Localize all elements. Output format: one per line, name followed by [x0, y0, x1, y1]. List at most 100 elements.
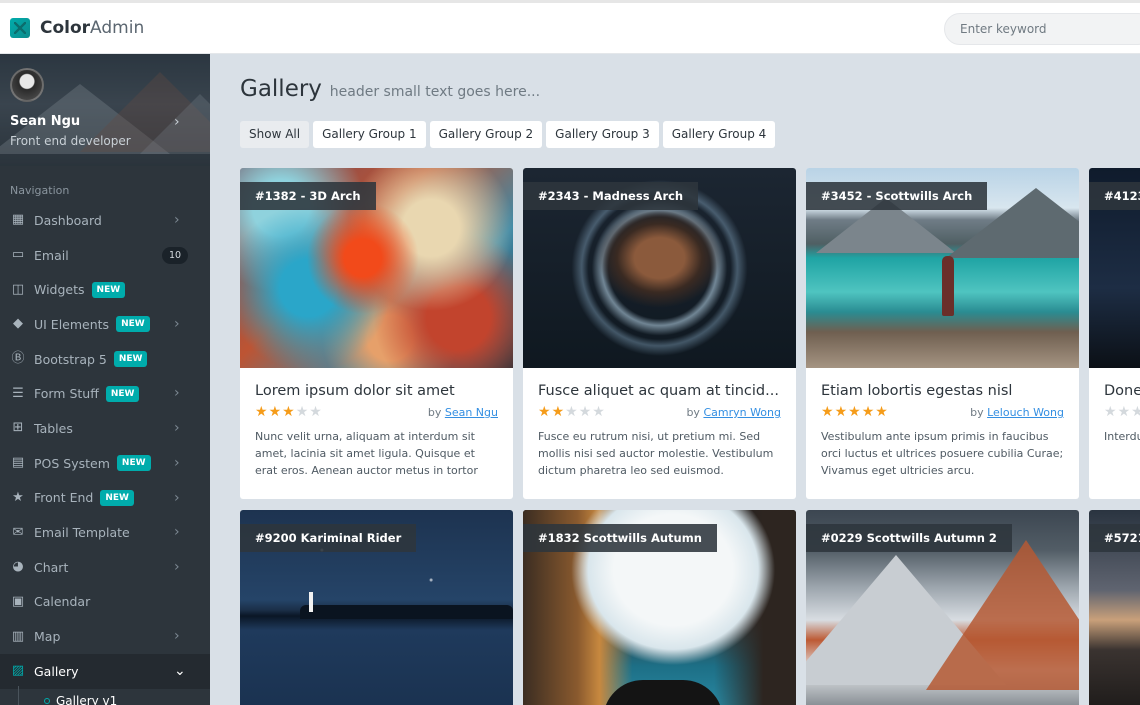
- chevron-right-icon: ›: [174, 316, 180, 333]
- gallery-image[interactable]: #0229 Scottwills Autumn 2: [806, 510, 1079, 705]
- gallery-card[interactable]: #4123 Done ★★★★★ Interdu ipsum luctus: [1089, 168, 1140, 499]
- page-title: Gallery: [240, 76, 322, 102]
- chevron-right-icon: ›: [174, 420, 180, 437]
- filter-group-1-button[interactable]: Gallery Group 1: [313, 121, 426, 148]
- star-icon: ★: [309, 404, 322, 420]
- author-link[interactable]: Sean Ngu: [445, 406, 498, 419]
- image-caption: #0229 Scottwills Autumn 2: [806, 524, 1012, 552]
- star-icon: ★: [255, 404, 268, 420]
- sidebar-item-email-template[interactable]: ✉ Email Template ›: [0, 515, 210, 550]
- chevron-right-icon: ›: [174, 628, 180, 645]
- card-description: Interdu ipsum luctus: [1104, 430, 1140, 443]
- sidebar-item-map[interactable]: ▥ Map ›: [0, 619, 210, 654]
- cash-register-icon: ▤: [11, 455, 25, 471]
- sidebar-item-label: Form Stuff: [34, 386, 99, 402]
- byline: by Sean Ngu: [427, 406, 498, 419]
- sidebar-subitem-gallery-v1[interactable]: Gallery v1: [44, 694, 117, 705]
- author-link[interactable]: Lelouch Wong: [987, 406, 1064, 419]
- gallery-card[interactable]: #5721: [1089, 510, 1140, 705]
- sidebar-item-label: Tables: [34, 420, 73, 436]
- sidebar-item-ui-elements[interactable]: ◆ UI Elements NEW ›: [0, 307, 210, 342]
- rating-stars: ★★★★★: [1104, 405, 1140, 419]
- chevron-right-icon: ›: [174, 489, 180, 506]
- star-icon: ★: [551, 404, 565, 420]
- gallery-card[interactable]: #9200 Kariminal Rider: [240, 510, 513, 705]
- sidebar-profile[interactable]: Sean Ngu Front end developer ›: [0, 54, 210, 166]
- sidebar-item-label: Gallery: [34, 663, 79, 679]
- gallery-image[interactable]: #9200 Kariminal Rider: [240, 510, 513, 705]
- gallery-card[interactable]: #2343 - Madness Arch Fusce aliquet ac qu…: [523, 168, 796, 499]
- search-input[interactable]: [944, 13, 1140, 45]
- gallery-image[interactable]: #1832 Scottwills Autumn: [523, 510, 796, 705]
- sidebar-item-bootstrap[interactable]: Ⓑ Bootstrap 5 NEW: [0, 342, 210, 377]
- sidebar-item-label: Map: [34, 629, 61, 645]
- card-title: Fusce aliquet ac quam at tincid...: [538, 383, 779, 399]
- chevron-right-icon: ›: [174, 385, 180, 402]
- gallery-image[interactable]: #3452 - Scottwills Arch: [806, 168, 1079, 368]
- byline: by Camryn Wong: [686, 406, 781, 419]
- page-header: Gallery header small text goes here...: [240, 76, 540, 102]
- sidebar-item-dashboard[interactable]: ▦ Dashboard ›: [0, 203, 210, 238]
- main-content: Gallery header small text goes here... S…: [210, 54, 1140, 705]
- sidebar-item-tables[interactable]: ⊞ Tables ›: [0, 411, 210, 446]
- new-badge: NEW: [116, 316, 150, 333]
- author-link[interactable]: Camryn Wong: [703, 406, 781, 419]
- avatar[interactable]: [10, 68, 44, 102]
- chevron-down-icon: ⌄: [174, 662, 186, 679]
- chevron-right-icon: ›: [174, 524, 180, 541]
- image-caption: #1382 - 3D Arch: [240, 182, 376, 210]
- star-icon: ★: [821, 404, 834, 420]
- list-icon: ☰: [12, 385, 24, 401]
- card-description: Nunc velit urna, aliquam at interdum sit…: [255, 430, 478, 477]
- brand[interactable]: ColorAdmin: [10, 17, 144, 39]
- new-badge: NEW: [100, 489, 134, 506]
- image-caption: #9200 Kariminal Rider: [240, 524, 417, 552]
- filter-group-4-button[interactable]: Gallery Group 4: [662, 121, 776, 148]
- brand-text: ColorAdmin: [40, 18, 145, 38]
- sidebar-subitem-label: Gallery v1: [56, 694, 118, 705]
- filter-show-all-button[interactable]: Show All: [240, 121, 310, 148]
- sidebar-item-label: Dashboard: [34, 212, 102, 228]
- new-badge: NEW: [105, 385, 140, 402]
- new-badge: NEW: [116, 455, 151, 472]
- sidebar: Sean Ngu Front end developer › Navigatio…: [0, 54, 210, 705]
- gallery-image[interactable]: #4123: [1089, 168, 1140, 368]
- gallery-filters: Show All Gallery Group 1 Gallery Group 2…: [240, 121, 776, 148]
- chevron-right-icon: ›: [174, 454, 180, 471]
- brand-logo-icon: [10, 18, 30, 38]
- filter-group-2-button[interactable]: Gallery Group 2: [429, 121, 543, 148]
- filter-group-3-button[interactable]: Gallery Group 3: [546, 121, 659, 148]
- nav-header: Navigation: [10, 184, 70, 197]
- card-title: Etiam lobortis egestas nisl: [821, 383, 1013, 399]
- sidebar-item-label: Email Template: [34, 525, 130, 541]
- sidebar-item-gallery[interactable]: ▨ Gallery ⌄: [0, 653, 210, 689]
- sidebar-item-widgets[interactable]: ◫ Widgets NEW: [0, 272, 210, 307]
- gallery-card[interactable]: #1382 - 3D Arch Lorem ipsum dolor sit am…: [240, 168, 513, 499]
- gallery-card[interactable]: #1832 Scottwills Autumn: [523, 510, 796, 705]
- sidebar-item-calendar[interactable]: ▣ Calendar: [0, 585, 210, 620]
- gallery-card[interactable]: #0229 Scottwills Autumn 2: [806, 510, 1079, 705]
- gallery-image[interactable]: #2343 - Madness Arch: [523, 168, 796, 368]
- sidebar-item-front-end[interactable]: ★ Front End NEW ›: [0, 481, 210, 516]
- star-icon: ★: [848, 404, 861, 420]
- sidebar-item-label: Calendar: [34, 594, 91, 610]
- sidebar-item-form-stuff[interactable]: ☰ Form Stuff NEW ›: [0, 376, 210, 411]
- gallery-card[interactable]: #3452 - Scottwills Arch Etiam lobortis e…: [806, 168, 1079, 499]
- chevron-right-icon[interactable]: ›: [174, 114, 180, 130]
- dashboard-icon: ▦: [11, 212, 25, 228]
- widgets-icon: ◫: [11, 281, 25, 297]
- gem-icon: ◆: [13, 316, 23, 332]
- gallery-image[interactable]: #5721: [1089, 510, 1140, 705]
- chevron-right-icon: ›: [174, 558, 180, 575]
- image-caption: #5721: [1089, 524, 1140, 552]
- gallery-image[interactable]: #1382 - 3D Arch: [240, 168, 513, 368]
- star-icon: ★: [578, 404, 592, 420]
- image-caption: #4123: [1089, 182, 1140, 210]
- star-icon: ★: [875, 404, 888, 420]
- sidebar-item-pos-system[interactable]: ▤ POS System NEW ›: [0, 446, 210, 481]
- sidebar-item-label: UI Elements: [34, 316, 110, 332]
- star-icon: ★: [282, 404, 295, 420]
- chevron-right-icon: ›: [174, 212, 180, 228]
- sidebar-item-email[interactable]: ▭ Email 10: [0, 238, 210, 273]
- sidebar-item-chart[interactable]: ◕ Chart ›: [0, 550, 210, 585]
